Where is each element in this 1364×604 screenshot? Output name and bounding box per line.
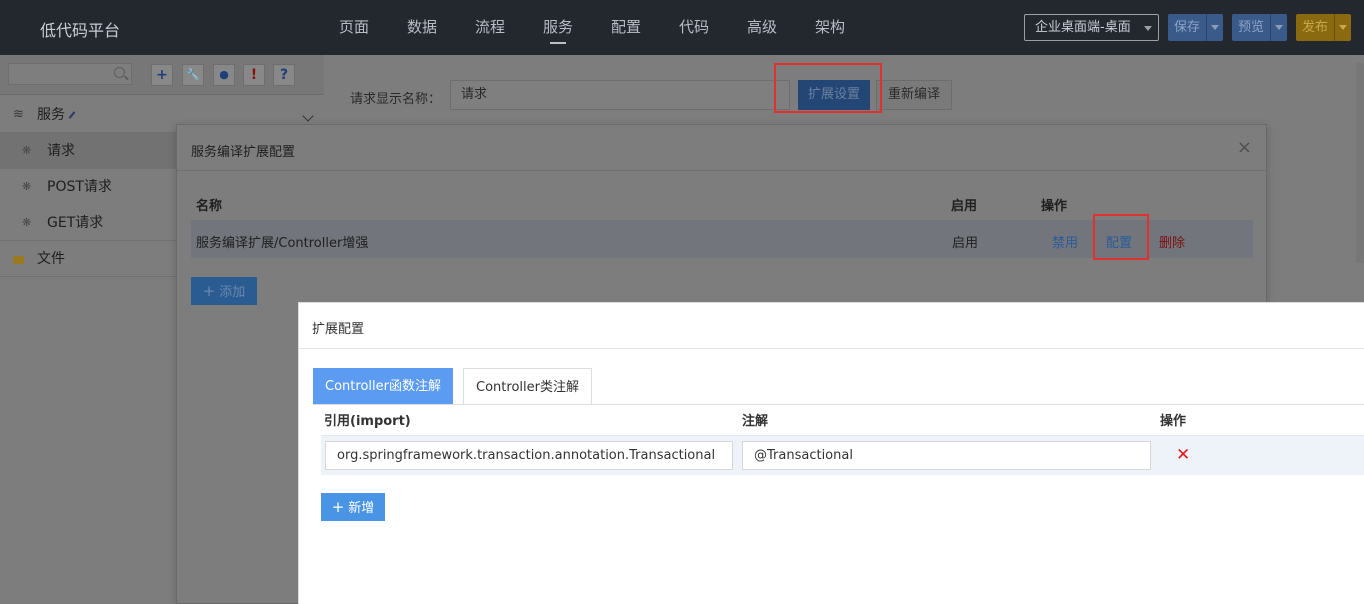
request-name-label: 请求显示名称： bbox=[350, 92, 442, 107]
preview-dropdown-chevron-icon[interactable] bbox=[1270, 14, 1287, 41]
dialog-header: 服务编译扩展配置 × bbox=[177, 125, 1266, 171]
delete-link[interactable]: 删除 bbox=[1159, 232, 1185, 251]
help-icon[interactable]: ? bbox=[273, 64, 295, 86]
import-input[interactable]: org.springframework.transaction.annotati… bbox=[325, 441, 733, 470]
pencil-icon[interactable] bbox=[68, 111, 76, 119]
request-name-input[interactable]: 请求 bbox=[450, 80, 790, 110]
add-icon[interactable]: + bbox=[151, 64, 173, 86]
column-header-enabled: 启用 bbox=[951, 199, 978, 214]
main-nav: 页面 数据 流程 服务 配置 代码 高级 架构 bbox=[320, 0, 864, 55]
preview-split-button: 预览 bbox=[1232, 14, 1288, 41]
column-header-import: 引用(import) bbox=[324, 414, 411, 429]
column-header-name: 名称 bbox=[196, 199, 223, 214]
add-row-label: 新增 bbox=[348, 501, 375, 516]
plus-icon: + bbox=[331, 498, 345, 516]
search-icon bbox=[114, 67, 125, 78]
wrench-icon[interactable]: 🔧 bbox=[182, 64, 204, 86]
disable-link[interactable]: 禁用 bbox=[1052, 232, 1078, 251]
tree-item-label: 请求 bbox=[47, 143, 75, 159]
nav-config[interactable]: 配置 bbox=[592, 0, 660, 55]
delete-row-icon[interactable]: ✕ bbox=[1176, 445, 1190, 465]
table-row: org.springframework.transaction.annotati… bbox=[321, 435, 1364, 475]
tab-divider bbox=[313, 404, 1364, 405]
save-button[interactable]: 保存 bbox=[1168, 14, 1206, 41]
dialog-title: 扩展配置 bbox=[312, 322, 365, 337]
publish-dropdown-chevron-icon[interactable] bbox=[1334, 14, 1351, 41]
dialog-header: 扩展配置 bbox=[299, 303, 1364, 349]
column-header-actions: 操作 bbox=[1041, 199, 1068, 214]
nav-architecture[interactable]: 架构 bbox=[796, 0, 864, 55]
app-logo: 低代码平台 bbox=[40, 21, 121, 40]
nav-service[interactable]: 服务 bbox=[524, 0, 592, 55]
add-row-button[interactable]: + 新增 bbox=[321, 493, 385, 521]
save-split-button: 保存 bbox=[1168, 14, 1224, 41]
extension-name: 服务编译扩展/Controller增强 bbox=[196, 236, 369, 251]
tree-item-label: POST请求 bbox=[47, 179, 112, 195]
nav-data[interactable]: 数据 bbox=[388, 0, 456, 55]
warning-icon[interactable]: ! bbox=[243, 64, 265, 86]
env-select[interactable]: 企业桌面端-桌面 bbox=[1024, 14, 1159, 41]
api-node-icon bbox=[22, 133, 33, 169]
extension-status: 启用 bbox=[952, 236, 979, 251]
extension-config-dialog: 扩展配置 Controller函数注解 Controller类注解 引用(imp… bbox=[298, 302, 1364, 604]
chevron-down-icon bbox=[1144, 26, 1152, 31]
nav-advanced[interactable]: 高级 bbox=[728, 0, 796, 55]
main-scrollbar[interactable] bbox=[1356, 63, 1364, 263]
publish-button[interactable]: 发布 bbox=[1296, 14, 1334, 41]
add-extension-label: 添加 bbox=[219, 285, 246, 300]
add-extension-button[interactable]: + 添加 bbox=[191, 277, 257, 305]
publish-split-button: 发布 bbox=[1296, 14, 1352, 41]
layers-icon bbox=[13, 97, 24, 133]
nav-flow[interactable]: 流程 bbox=[456, 0, 524, 55]
tree-item-label: GET请求 bbox=[47, 215, 104, 231]
highlight-box bbox=[1093, 214, 1149, 260]
circle-icon[interactable]: ● bbox=[213, 64, 235, 86]
dialog-title: 服务编译扩展配置 bbox=[191, 145, 296, 160]
env-select-value: 企业桌面端-桌面 bbox=[1035, 20, 1131, 35]
api-node-icon bbox=[22, 169, 33, 205]
tab-controller-class-annotation[interactable]: Controller类注解 bbox=[463, 368, 592, 405]
close-icon[interactable]: × bbox=[1237, 137, 1252, 158]
top-bar: 低代码平台 页面 数据 流程 服务 配置 代码 高级 架构 企业桌面端-桌面 保… bbox=[0, 0, 1364, 55]
recompile-button[interactable]: 重新编译 bbox=[876, 80, 952, 110]
plus-icon: + bbox=[202, 282, 216, 300]
sidebar-search-input[interactable] bbox=[8, 63, 132, 85]
tree-group-file-label: 文件 bbox=[37, 251, 65, 267]
chevron-down-icon[interactable] bbox=[302, 110, 314, 122]
highlight-box bbox=[774, 63, 882, 113]
sidebar-toolbar: + 🔧 ● ! ? bbox=[0, 55, 324, 95]
save-dropdown-chevron-icon[interactable] bbox=[1206, 14, 1223, 41]
annotation-input[interactable]: @Transactional bbox=[742, 441, 1151, 470]
tree-group-service-label: 服务 bbox=[37, 107, 65, 123]
preview-button[interactable]: 预览 bbox=[1232, 14, 1270, 41]
nav-page[interactable]: 页面 bbox=[320, 0, 388, 55]
folder-icon bbox=[13, 256, 24, 264]
nav-code[interactable]: 代码 bbox=[660, 0, 728, 55]
column-header-actions: 操作 bbox=[1160, 414, 1187, 429]
column-header-annotation: 注解 bbox=[742, 414, 769, 429]
api-node-icon bbox=[22, 205, 33, 241]
tab-controller-method-annotation[interactable]: Controller函数注解 bbox=[313, 368, 453, 405]
